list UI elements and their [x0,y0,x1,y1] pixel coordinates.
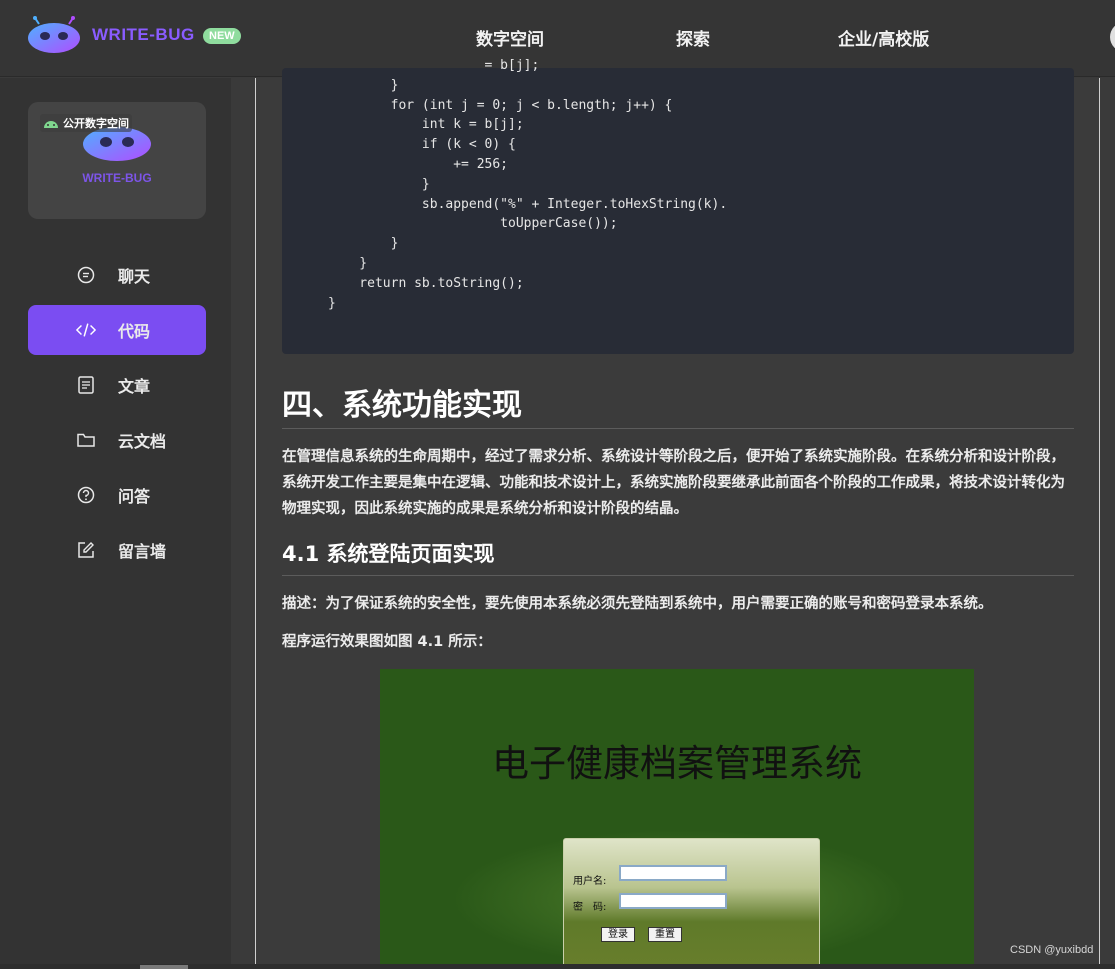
csdn-watermark: CSDN @yuxibdd [1010,944,1094,956]
login-screenshot: 电子健康档案管理系统 用户名: 密 码: 登录 重置 [380,669,974,969]
sidebar-item-label: 聊天 [118,267,151,286]
folder-icon [76,430,96,450]
reset-button[interactable]: 重置 [648,927,682,942]
heading-divider [282,428,1074,429]
system-title: 电子健康档案管理系统 [492,742,862,785]
brand-name[interactable]: WRITE-BUG [92,25,195,45]
code-block: = b[j]; } for (int j = 0; j < b.length; … [282,58,1074,354]
question-icon [76,485,96,505]
login-panel: 用户名: 密 码: 登录 重置 [563,838,820,969]
section-heading: 四、系统功能实现 [282,388,522,423]
new-badge: NEW [203,28,241,44]
scrollbar-thumb[interactable] [140,965,188,969]
nav-explore[interactable]: 探索 [676,25,710,50]
nav-enterprise[interactable]: 企业/高校版 [838,25,929,50]
password-input[interactable] [619,893,727,909]
sidebar-item-label: 留言墙 [118,542,167,561]
username-input[interactable] [619,865,727,881]
article-icon [76,375,96,395]
sidebar-item-message-wall[interactable]: 留言墙 [28,525,206,575]
sidebar: 公开数字空间 WRITE-BUG 聊天 代码 文章 云文档 问答 留言墙 [0,78,231,969]
sidebar-item-label: 文章 [118,377,151,396]
subheading-divider [282,575,1074,576]
figure-caption: 程序运行效果图如图 4.1 所示： [282,634,492,650]
sidebar-item-cloud-docs[interactable]: 云文档 [28,415,206,465]
subsection-heading: 4.1 系统登陆页面实现 [282,542,495,566]
android-icon [44,120,58,128]
edit-icon [76,540,96,560]
code-icon [76,320,96,340]
sidebar-item-qa[interactable]: 问答 [28,470,206,520]
sidebar-item-label: 云文档 [118,432,167,451]
nav-digital-space[interactable]: 数字空间 [476,25,544,50]
sidebar-item-label: 代码 [118,322,151,341]
code-text: = b[j]; } for (int j = 0; j < b.length; … [328,58,728,311]
password-label: 密 码: [573,902,607,913]
sidebar-item-label: 问答 [118,487,151,506]
description-paragraph: 描述：为了保证系统的安全性，要先使用本系统必须先登陆到系统中，用户需要正确的账号… [282,596,993,612]
public-space-tag: 公开数字空间 [40,114,132,132]
sidebar-item-article[interactable]: 文章 [28,360,206,410]
chat-icon [76,265,96,285]
sidebar-item-chat[interactable]: 聊天 [28,250,206,300]
space-tag-label: 公开数字空间 [63,117,129,130]
intro-paragraph: 在管理信息系统的生命周期中，经过了需求分析、系统设计等阶段之后，便开始了系统实施… [282,449,1065,517]
write-bug-logo[interactable] [27,16,81,54]
user-avatar[interactable] [1110,22,1115,52]
public-space-card[interactable]: 公开数字空间 WRITE-BUG [28,102,206,219]
login-button[interactable]: 登录 [601,927,635,942]
username-label: 用户名: [573,876,607,887]
sidebar-item-code[interactable]: 代码 [28,305,206,355]
space-brand: WRITE-BUG [82,171,152,185]
article-content: = b[j]; } for (int j = 0; j < b.length; … [255,58,1100,969]
